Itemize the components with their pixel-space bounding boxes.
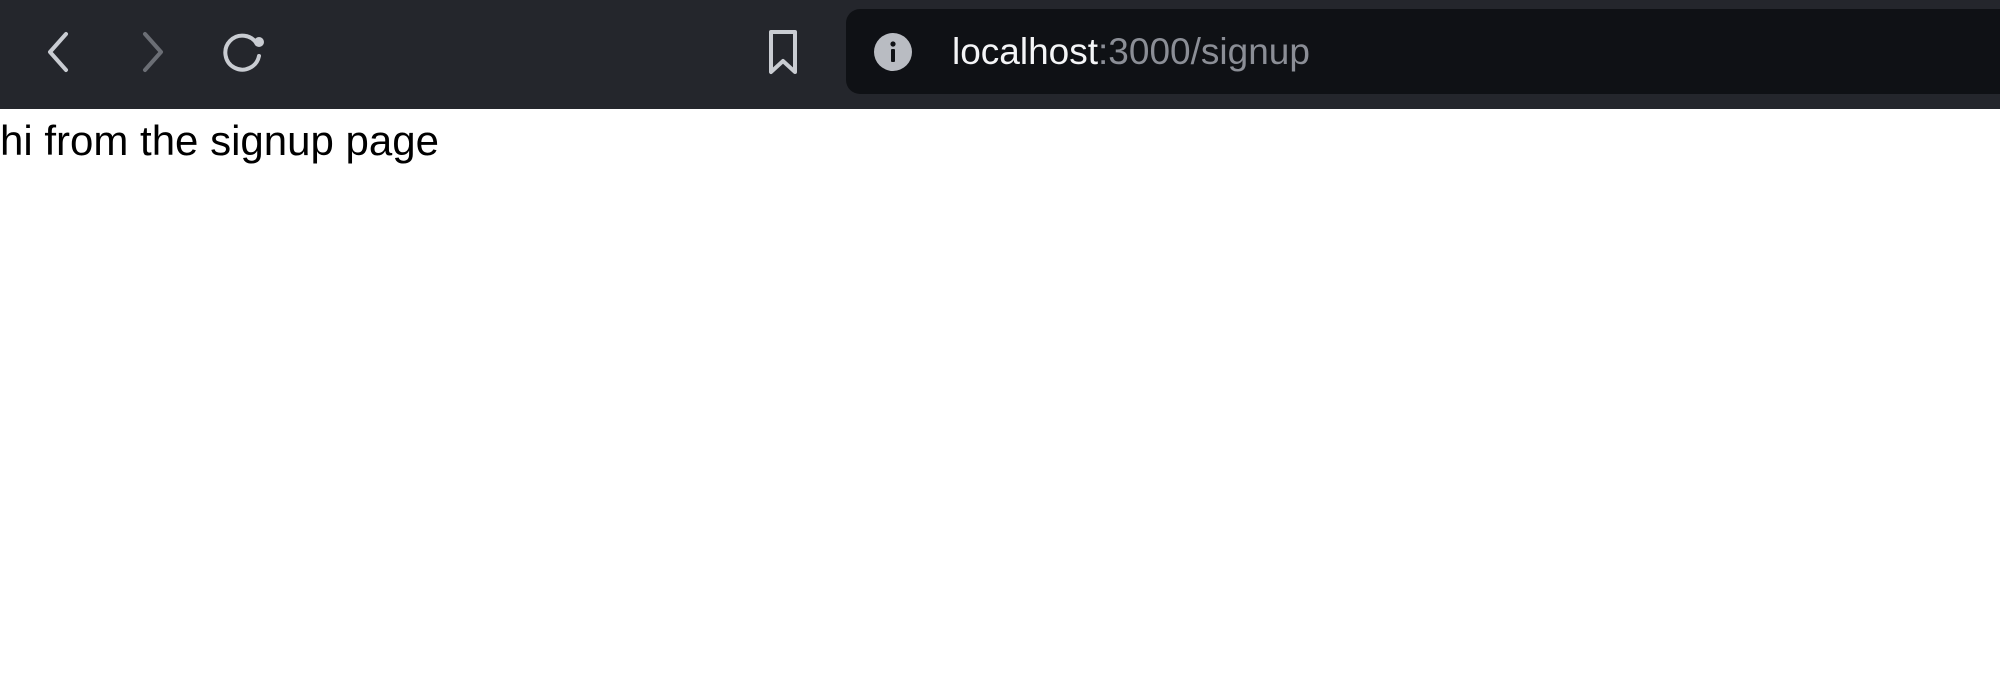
back-button[interactable]: [30, 22, 90, 82]
reload-button[interactable]: [213, 22, 273, 82]
url-host: localhost: [952, 31, 1099, 72]
url-text[interactable]: localhost:3000/signup: [952, 9, 1310, 94]
browser-toolbar: localhost:3000/signup: [0, 0, 2000, 109]
address-bar[interactable]: localhost:3000/signup: [846, 9, 2000, 94]
bookmark-icon: [769, 30, 797, 74]
chevron-right-icon: [143, 32, 163, 72]
info-icon[interactable]: [874, 33, 912, 71]
reload-icon: [223, 33, 264, 72]
url-path: :3000/signup: [1098, 31, 1310, 72]
chevron-left-icon: [48, 32, 68, 72]
bookmark-button[interactable]: [753, 22, 813, 82]
forward-button[interactable]: [121, 22, 181, 82]
page-message: hi from the signup page: [0, 117, 439, 164]
page-content: hi from the signup page: [0, 109, 2000, 691]
